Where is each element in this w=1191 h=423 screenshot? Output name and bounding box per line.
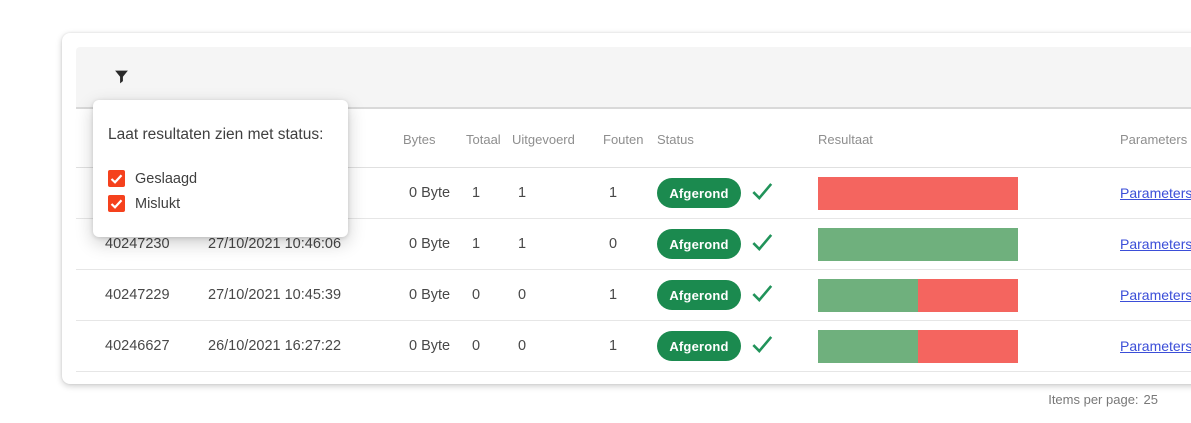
check-icon — [749, 229, 775, 259]
result-success-segment — [818, 330, 918, 363]
cell-fouten: 1 — [603, 185, 657, 201]
status-badge: Afgerond — [657, 331, 741, 361]
cell-resultaat — [818, 177, 1120, 210]
cell-uitgevoerd: 0 — [512, 338, 603, 354]
header-parameters: Parameters — [1120, 132, 1191, 147]
check-icon — [749, 280, 775, 310]
cell-uitgevoerd: 1 — [512, 236, 603, 252]
cell-fouten: 0 — [603, 236, 657, 252]
result-fail-segment — [918, 279, 1018, 312]
filter-option-label: Geslaagd — [135, 171, 197, 187]
header-status: Status — [657, 132, 818, 147]
checkbox-checked-icon[interactable] — [108, 170, 125, 187]
cell-id: 40247229 — [76, 287, 208, 303]
filter-popup: Laat resultaten zien met status: Geslaag… — [93, 100, 348, 237]
cell-bytes: 0 Byte — [403, 236, 466, 252]
filter-option-mislukt[interactable]: Mislukt — [108, 191, 334, 216]
cell-bytes: 0 Byte — [403, 287, 466, 303]
result-bar — [818, 177, 1018, 210]
header-bytes: Bytes — [403, 132, 466, 147]
cell-uitgevoerd: 0 — [512, 287, 603, 303]
result-fail-segment — [818, 177, 1018, 210]
result-fail-segment — [918, 330, 1018, 363]
cell-parameters: Parameters — [1120, 185, 1191, 202]
parameters-link[interactable]: Parameters — [1120, 236, 1191, 252]
cell-id: 40247230 — [76, 236, 208, 252]
cell-bytes: 0 Byte — [403, 185, 466, 201]
cell-parameters: Parameters — [1120, 338, 1191, 355]
cell-totaal: 0 — [466, 287, 512, 303]
items-per-page-label: Items per page: — [1048, 392, 1138, 407]
paginator: Items per page: 25 — [1048, 392, 1158, 407]
table-row: 40246627 26/10/2021 16:27:22 0 Byte 0 0 … — [76, 321, 1191, 372]
cell-status: Afgerond — [657, 331, 818, 361]
result-success-segment — [818, 279, 918, 312]
result-bar — [818, 228, 1018, 261]
cell-parameters: Parameters — [1120, 236, 1191, 253]
status-badge: Afgerond — [657, 229, 741, 259]
cell-status: Afgerond — [657, 229, 818, 259]
parameters-link[interactable]: Parameters — [1120, 338, 1191, 354]
cell-bytes: 0 Byte — [403, 338, 466, 354]
cell-resultaat — [818, 228, 1120, 261]
filter-option-geslaagd[interactable]: Geslaagd — [108, 166, 334, 191]
checkbox-checked-icon[interactable] — [108, 195, 125, 212]
header-fouten: Fouten — [603, 132, 657, 147]
filter-option-label: Mislukt — [135, 196, 180, 212]
check-icon — [749, 331, 775, 361]
status-badge: Afgerond — [657, 280, 741, 310]
result-success-segment — [818, 228, 1018, 261]
status-badge: Afgerond — [657, 178, 741, 208]
funnel-icon — [113, 68, 130, 89]
parameters-link[interactable]: Parameters — [1120, 185, 1191, 201]
result-bar — [818, 330, 1018, 363]
cell-date: 26/10/2021 16:27:22 — [208, 338, 403, 354]
header-uitgevoerd: Uitgevoerd — [512, 132, 603, 147]
table-row: 40247229 27/10/2021 10:45:39 0 Byte 0 0 … — [76, 270, 1191, 321]
filter-popup-title: Laat resultaten zien met status: — [108, 126, 334, 144]
cell-fouten: 1 — [603, 287, 657, 303]
cell-uitgevoerd: 1 — [512, 185, 603, 201]
check-icon — [749, 178, 775, 208]
cell-fouten: 1 — [603, 338, 657, 354]
result-bar — [818, 279, 1018, 312]
cell-parameters: Parameters — [1120, 287, 1191, 304]
cell-status: Afgerond — [657, 178, 818, 208]
cell-totaal: 1 — [466, 236, 512, 252]
cell-resultaat — [818, 330, 1120, 363]
cell-date: 27/10/2021 10:46:06 — [208, 236, 403, 252]
items-per-page-value[interactable]: 25 — [1144, 392, 1158, 407]
cell-date: 27/10/2021 10:45:39 — [208, 287, 403, 303]
cell-status: Afgerond — [657, 280, 818, 310]
cell-resultaat — [818, 279, 1120, 312]
header-resultaat: Resultaat — [818, 132, 1120, 147]
parameters-link[interactable]: Parameters — [1120, 287, 1191, 303]
cell-id: 40246627 — [76, 338, 208, 354]
cell-totaal: 1 — [466, 185, 512, 201]
cell-totaal: 0 — [466, 338, 512, 354]
filter-button[interactable] — [104, 61, 138, 95]
header-totaal: Totaal — [466, 132, 512, 147]
